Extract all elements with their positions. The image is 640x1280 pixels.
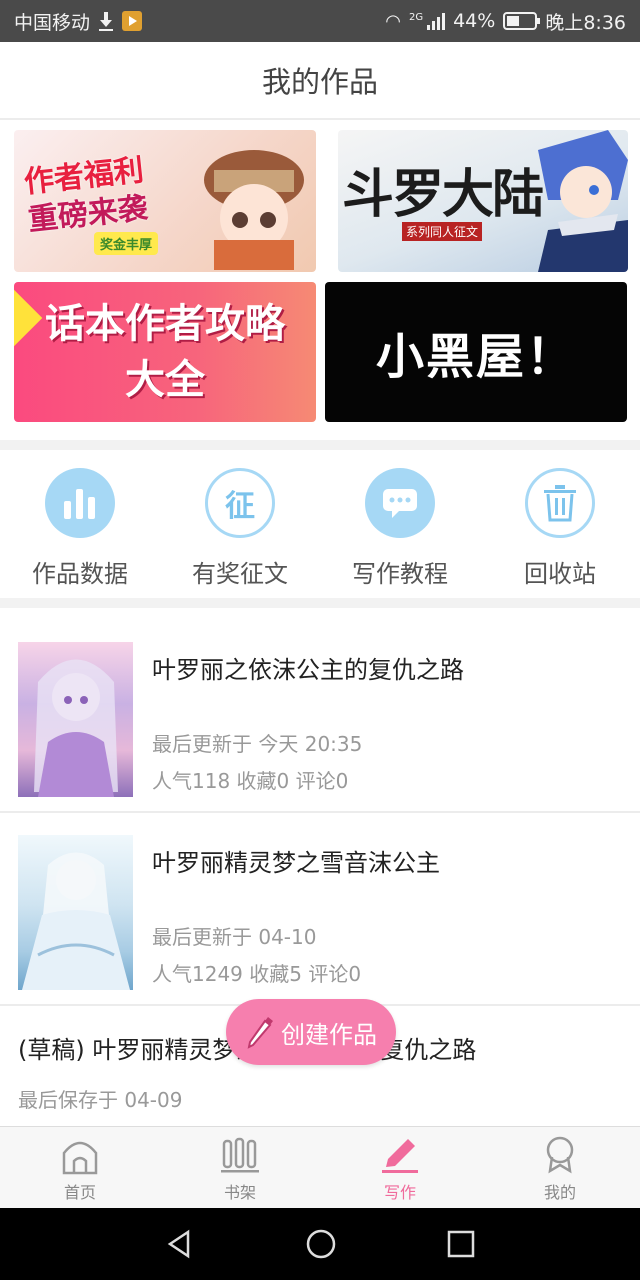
video-app-icon [122,11,143,31]
signal-icon [427,12,446,30]
battery-icon [503,12,541,30]
system-nav-bar [0,1208,640,1280]
banner-4-text: 小黑屋！ [375,329,576,385]
create-work-label: 创建作品 [281,1020,377,1049]
chibi-girl-illustration [204,150,304,270]
banner-2-subtitle: 系列同人征文 [402,222,483,241]
banner-blackroom[interactable]: 小黑屋！ [325,282,627,422]
anime-hero-illustration [538,130,628,272]
work-cover-image [18,642,133,797]
nav-me-label: 我的 [543,1183,576,1202]
nav-home-label: 首页 [63,1183,96,1202]
quick-actions: 作品数据 征 有奖征文 写作教程 回收站 [0,450,640,598]
work-stats: 人气118 收藏0 评论0 [152,769,349,793]
bottom-nav: 首页 书架 写作 我的 [0,1126,640,1208]
nav-bookshelf-label: 书架 [223,1183,256,1202]
status-bar: 中国移动 ◠ 2G 44% 晚上8:36 [0,0,640,42]
work-updated-time: 最后更新于 04-10 [152,925,317,949]
download-icon [98,11,114,31]
draft-saved-time: 最后保存于 04-09 [18,1088,183,1112]
home-circle-icon[interactable] [304,1227,338,1261]
banner-1-tag: 奖金丰厚 [94,232,159,255]
nav-home[interactable]: 首页 [0,1127,160,1208]
action-writing-tutorial-label: 写作教程 [352,560,448,588]
banner-douluo-contest[interactable]: 斗罗大陆 系列同人征文 [338,130,628,272]
work-item[interactable]: 叶罗丽精灵梦之雪音沫公主 最后更新于 04-10 人气1249 收藏5 评论0 [0,813,640,1006]
nav-write-label: 写作 [383,1183,416,1202]
profile-icon [546,1136,574,1174]
chat-bubble-icon [365,468,435,538]
banner-2-title: 斗罗大陆 [342,164,544,225]
zheng-glyph: 征 [225,489,255,524]
section-divider [0,440,640,450]
back-icon[interactable] [164,1228,196,1260]
clock: 晚上8:36 [545,11,626,34]
action-works-data[interactable]: 作品数据 [0,450,160,598]
action-essay-contest-label: 有奖征文 [192,560,288,588]
action-recycle-bin-label: 回收站 [524,560,596,588]
action-writing-tutorial[interactable]: 写作教程 [320,450,480,598]
banner-3-line2: 大全 [125,357,205,403]
carrier-label: 中国移动 [14,11,91,34]
banner-1-headline: 作者福利 重磅来袭 [22,152,149,240]
action-works-data-label: 作品数据 [32,560,128,588]
banner-writer-guide[interactable]: 话本作者攻略 大全 [14,282,316,422]
page-title: 我的作品 [261,65,378,99]
work-stats: 人气1249 收藏5 评论0 [152,962,362,986]
work-title: 叶罗丽之依沫公主的复仇之路 [152,656,464,684]
work-updated-time: 最后更新于 今天 20:35 [152,732,363,756]
nav-bookshelf[interactable]: 书架 [160,1127,320,1208]
pencil-icon [247,1017,273,1049]
battery-percent: 44% [453,10,496,32]
work-title: 叶罗丽精灵梦之雪音沫公主 [152,849,440,877]
wifi-icon: ◠ [385,10,401,32]
nav-me[interactable]: 我的 [480,1127,640,1208]
banner-3-headline: 话本作者攻略 大全 [14,296,316,408]
network-type: 2G [408,11,424,23]
recent-apps-icon[interactable] [446,1229,476,1259]
banner-author-benefits[interactable]: 作者福利 重磅来袭 奖金丰厚 [14,130,316,272]
create-work-button[interactable]: 创建作品 [226,999,396,1065]
banner-grid: 作者福利 重磅来袭 奖金丰厚 斗罗大陆 系列同人征文 话本作者攻略 大全 小黑屋… [0,120,640,440]
banner-3-line1: 话本作者攻略 [45,301,285,347]
work-item[interactable]: 叶罗丽之依沫公主的复仇之路 最后更新于 今天 20:35 人气118 收藏0 评… [0,620,640,813]
trash-icon [525,468,595,538]
home-icon [62,1141,98,1175]
title-bar: 我的作品 [0,42,640,120]
zheng-badge-icon: 征 [205,468,275,538]
work-cover-image [18,835,133,990]
action-essay-contest[interactable]: 征 有奖征文 [160,450,320,598]
pencil-icon [382,1139,418,1173]
bar-chart-icon [45,468,115,538]
nav-write[interactable]: 写作 [320,1127,480,1208]
section-divider [0,598,640,608]
bookshelf-icon [221,1137,259,1173]
action-recycle-bin[interactable]: 回收站 [480,450,640,598]
